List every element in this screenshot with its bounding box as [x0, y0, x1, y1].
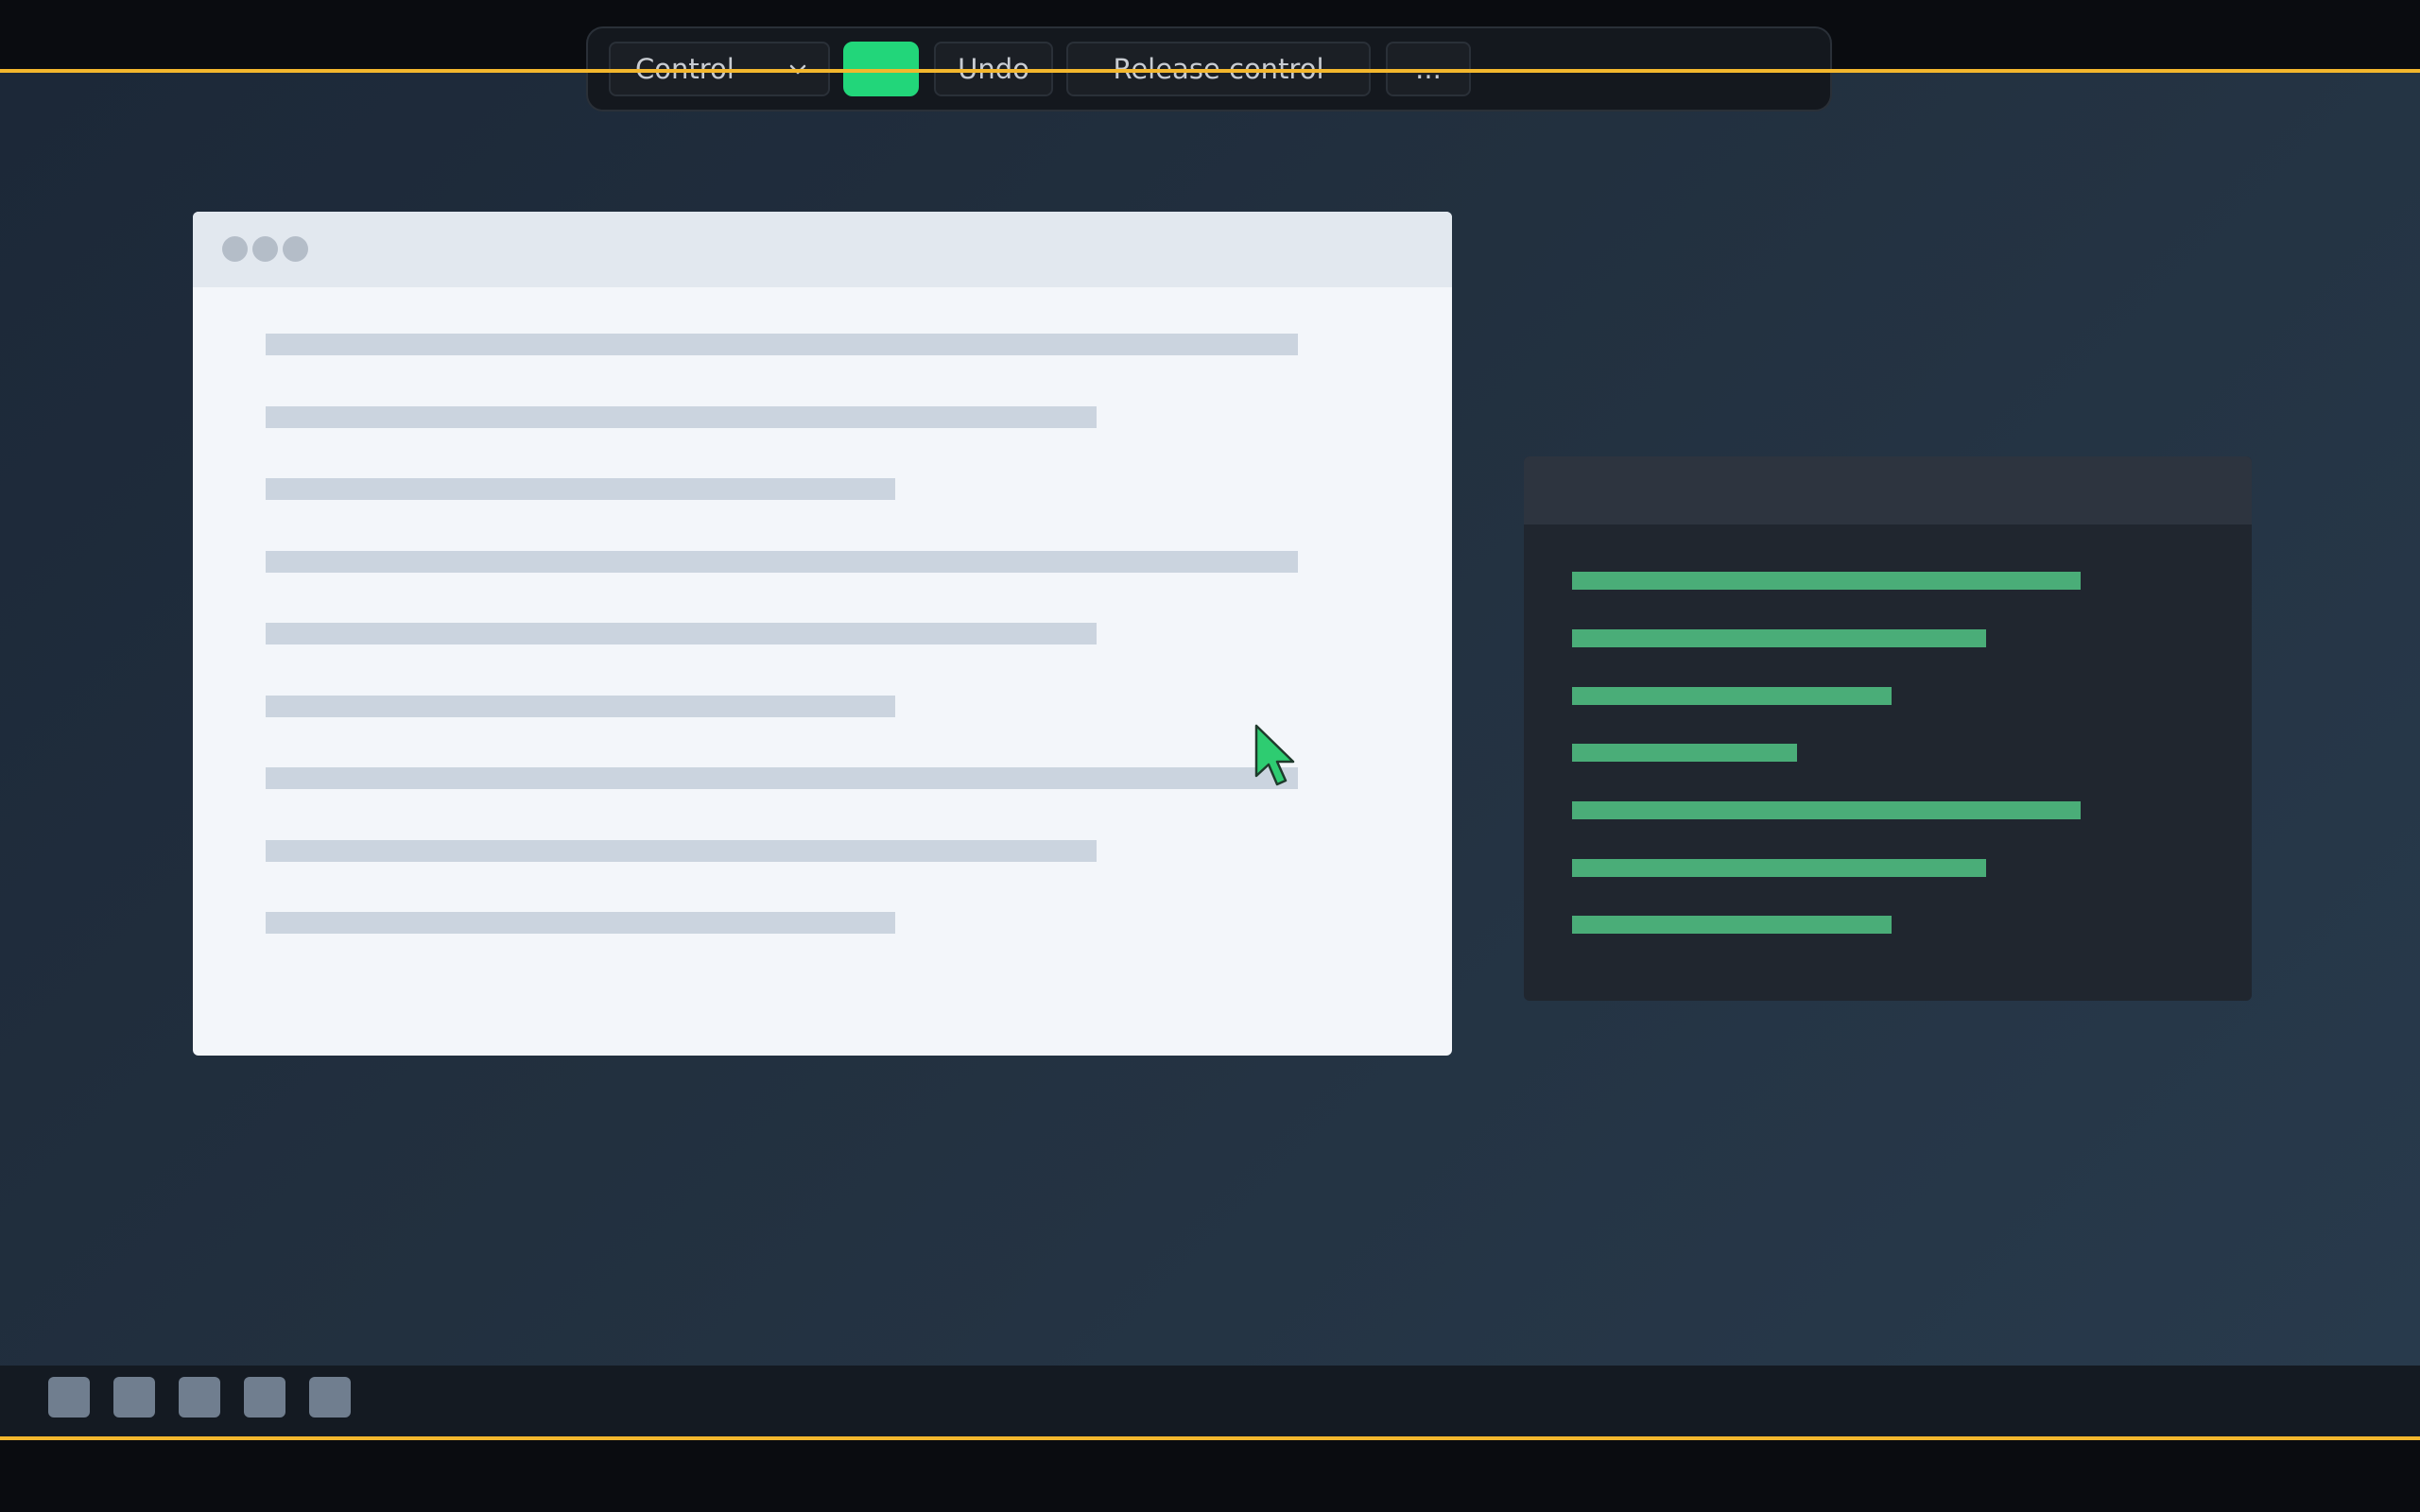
window-dot-maximize[interactable] — [283, 236, 308, 262]
terminal-window[interactable] — [1524, 456, 2252, 1001]
text-line-placeholder — [266, 912, 895, 934]
code-line-placeholder — [1572, 859, 1986, 877]
text-line-placeholder — [266, 623, 1097, 644]
text-line-placeholder — [266, 840, 1097, 862]
text-line-placeholder — [266, 406, 1097, 428]
taskbar-app-icon[interactable] — [179, 1377, 220, 1418]
mouse-pointer-icon — [1254, 724, 1295, 786]
code-line-placeholder — [1572, 801, 2081, 819]
window-dot-minimize[interactable] — [252, 236, 278, 262]
bottom-screen-border — [0, 1438, 2420, 1512]
code-line-placeholder — [1572, 916, 1892, 934]
text-line-placeholder — [266, 696, 895, 717]
top-highlight-line — [0, 69, 2420, 73]
text-line-placeholder — [266, 767, 1298, 789]
document-window[interactable] — [193, 212, 1452, 1056]
code-line-placeholder — [1572, 572, 2081, 590]
text-line-placeholder — [266, 551, 1298, 573]
text-line-placeholder — [266, 334, 1298, 355]
taskbar-app-icon[interactable] — [48, 1377, 90, 1418]
code-line-placeholder — [1572, 744, 1797, 762]
terminal-window-titlebar[interactable] — [1524, 456, 2252, 524]
taskbar-app-icon[interactable] — [113, 1377, 155, 1418]
code-line-placeholder — [1572, 687, 1892, 705]
window-dot-close[interactable] — [222, 236, 248, 262]
taskbar-app-icon[interactable] — [244, 1377, 285, 1418]
bottom-highlight-line — [0, 1436, 2420, 1440]
document-window-titlebar[interactable] — [193, 212, 1452, 287]
code-line-placeholder — [1572, 629, 1986, 647]
text-line-placeholder — [266, 478, 895, 500]
taskbar — [0, 1366, 2420, 1438]
taskbar-app-icon[interactable] — [309, 1377, 351, 1418]
